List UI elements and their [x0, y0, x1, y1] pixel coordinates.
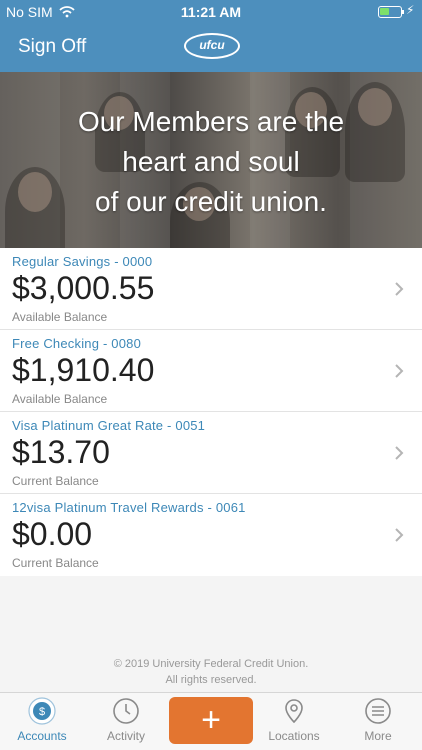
- tab-accounts[interactable]: $ Accounts: [0, 693, 84, 750]
- tab-more[interactable]: More: [336, 693, 420, 750]
- account-row-visa-platinum-great-rate[interactable]: Visa Platinum Great Rate - 0051 $13.70 C…: [0, 412, 422, 494]
- chevron-right-icon: [395, 282, 404, 296]
- tab-label: Locations: [268, 729, 320, 743]
- account-name: Regular Savings - 0000: [12, 254, 153, 269]
- hero-line: heart and soul: [122, 146, 300, 177]
- copyright-footer: © 2019 University Federal Credit Union. …: [0, 656, 422, 688]
- account-row-visa-platinum-travel-rewards[interactable]: 12visa Platinum Travel Rewards - 0061 $0…: [0, 494, 422, 576]
- tab-locations[interactable]: Locations: [252, 693, 336, 750]
- account-row-regular-savings[interactable]: Regular Savings - 0000 $3,000.55 Availab…: [0, 248, 422, 330]
- account-balance: $3,000.55: [12, 270, 155, 306]
- account-name: Visa Platinum Great Rate - 0051: [12, 418, 206, 433]
- battery-icon: [378, 6, 404, 18]
- hero-headline: Our Members are the heart and soul of ou…: [0, 102, 422, 222]
- account-name: 12visa Platinum Travel Rewards - 0061: [12, 500, 246, 515]
- account-balance: $0.00: [12, 516, 93, 552]
- dollar-circle-icon: $: [28, 697, 56, 725]
- accounts-list: Regular Savings - 0000 $3,000.55 Availab…: [0, 248, 422, 576]
- balance-type-label: Current Balance: [12, 556, 99, 570]
- account-balance: $1,910.40: [12, 352, 155, 388]
- hero-line: Our Members are the: [77, 106, 345, 137]
- tab-label: Activity: [106, 729, 145, 743]
- chevron-right-icon: [395, 446, 404, 460]
- charging-icon: ⚡: [406, 3, 415, 17]
- hero-line: of our credit union.: [95, 186, 327, 217]
- logo-text: ufcu: [199, 38, 225, 52]
- map-pin-icon: [285, 699, 303, 724]
- copyright-text: © 2019 University Federal Credit Union.: [113, 658, 309, 670]
- chevron-right-icon: [395, 364, 404, 378]
- menu-icon: [365, 698, 391, 724]
- add-button[interactable]: +: [169, 697, 253, 744]
- chevron-right-icon: [395, 528, 404, 542]
- clock-time: 11:21 AM: [180, 4, 242, 20]
- tab-label: More: [364, 729, 392, 743]
- balance-type-label: Available Balance: [12, 392, 108, 406]
- hero-banner: Our Members are the heart and soul of ou…: [0, 72, 422, 248]
- plus-icon: +: [201, 701, 221, 739]
- top-bar: No SIM 11:21 AM ⚡ Sign Off ufcu: [0, 0, 422, 72]
- rights-text: All rights reserved.: [165, 674, 257, 686]
- balance-type-label: Available Balance: [12, 310, 108, 324]
- tab-label: Accounts: [17, 729, 67, 743]
- balance-type-label: Current Balance: [12, 474, 99, 488]
- status-bar: No SIM 11:21 AM ⚡: [0, 0, 422, 26]
- svg-text:$: $: [39, 706, 45, 718]
- account-balance: $13.70: [12, 434, 110, 470]
- ufcu-logo: ufcu: [184, 33, 240, 59]
- tab-activity[interactable]: Activity: [84, 693, 168, 750]
- account-name: Free Checking - 0080: [12, 336, 142, 351]
- clock-icon: [113, 698, 139, 724]
- sign-off-button[interactable]: Sign Off: [18, 36, 86, 58]
- account-row-free-checking[interactable]: Free Checking - 0080 $1,910.40 Available…: [0, 330, 422, 412]
